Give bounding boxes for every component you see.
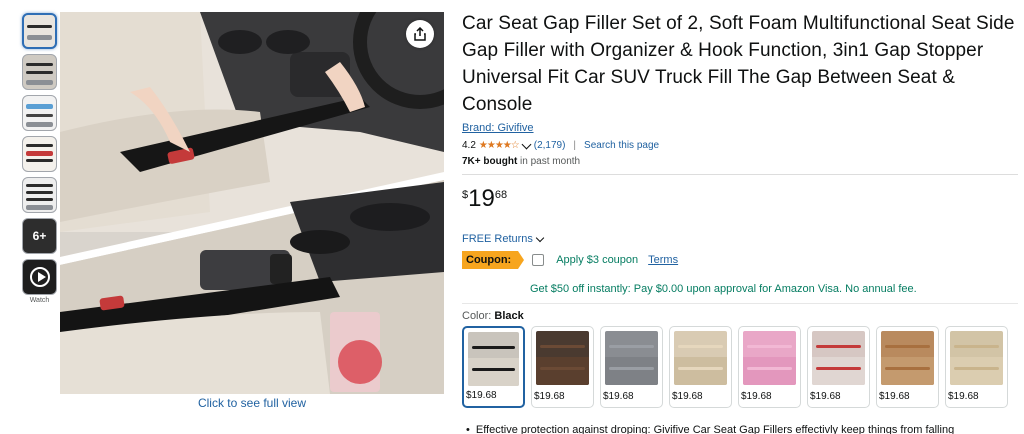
thumbnail-3[interactable] [22, 95, 57, 131]
swatch-price: $19.68 [741, 391, 772, 402]
separator: | [573, 140, 577, 151]
price: $ 19 68 [462, 186, 1018, 212]
color-swatch[interactable]: $19.68 [600, 326, 663, 408]
color-swatch[interactable]: $19.68 [531, 326, 594, 408]
free-returns-link[interactable]: FREE Returns [462, 233, 1018, 245]
swatch-image [743, 331, 796, 385]
coupon-badge: Coupon: [462, 251, 525, 269]
product-details: Car Seat Gap Filler Set of 2, Soft Foam … [462, 10, 1018, 408]
share-button[interactable] [406, 20, 434, 48]
swatch-image [812, 331, 865, 385]
thumbnail-video[interactable] [22, 259, 57, 295]
play-icon [30, 267, 50, 287]
color-label: Color: Black [462, 310, 1018, 322]
color-swatch[interactable]: $19.68 [876, 326, 939, 408]
thumbnail-4[interactable] [22, 136, 57, 172]
swatch-price: $19.68 [534, 391, 565, 402]
free-returns-label: FREE Returns [462, 233, 533, 245]
swatch-price: $19.68 [672, 391, 703, 402]
swatch-image [881, 331, 934, 385]
coupon-checkbox[interactable] [532, 254, 545, 266]
brand-link[interactable]: Brand: Givifive [462, 122, 534, 134]
bought-count-rest: in past month [517, 156, 581, 167]
bought-count-bold: 7K+ bought [462, 156, 518, 167]
swatch-image [674, 331, 727, 385]
divider [462, 303, 1018, 304]
chevron-down-icon [535, 233, 545, 242]
thumbnail-more[interactable]: 6+ [22, 218, 57, 254]
bought-count: 7K+ bought in past month [462, 156, 1018, 167]
swatch-price: $19.68 [879, 391, 910, 402]
rating-row: 4.2 ★★★★☆ (2,179) | Search this page [462, 139, 1018, 151]
swatch-price: $19.68 [466, 390, 497, 401]
swatch-image [468, 332, 519, 386]
coupon-terms-link[interactable]: Terms [648, 254, 678, 266]
click-full-view-link[interactable]: Click to see full view [60, 396, 444, 410]
color-swatches: $19.68 $19.68 $19.68 $19.68 $19.68 $19.68 $19.… [462, 326, 1018, 408]
color-swatch[interactable]: $19.68 [807, 326, 870, 408]
swatch-image [950, 331, 1003, 385]
star-rating-icon[interactable]: ★★★★☆ [479, 140, 520, 151]
search-this-page-link[interactable]: Search this page [584, 140, 659, 151]
color-label-prefix: Color: [462, 310, 495, 322]
review-count-link[interactable]: (2,179) [534, 140, 566, 151]
product-title: Car Seat Gap Filler Set of 2, Soft Foam … [462, 13, 1015, 115]
thumbnail-5[interactable] [22, 177, 57, 213]
rating-value: 4.2 [462, 140, 476, 151]
color-swatch[interactable]: $19.68 [462, 326, 525, 408]
thumbnail-strip: 6+ Watch [22, 13, 58, 304]
share-icon [414, 27, 426, 41]
price-whole: 19 [468, 185, 495, 212]
swatch-image [605, 331, 658, 385]
feature-bullet: Effective protection against droping: Gi… [466, 424, 1018, 434]
thumbnail-2[interactable] [22, 54, 57, 90]
watch-label: Watch [29, 297, 50, 304]
chevron-down-icon[interactable] [521, 139, 532, 149]
coupon-row: Coupon: Apply $3 coupon Terms [462, 251, 1018, 269]
product-photo [60, 12, 444, 394]
swatch-price: $19.68 [948, 391, 979, 402]
main-product-image[interactable] [60, 12, 444, 394]
visa-offer-link[interactable]: Get $50 off instantly: Pay $0.00 upon ap… [530, 283, 1018, 295]
color-swatch[interactable]: $19.68 [669, 326, 732, 408]
selected-color-name: Black [494, 310, 524, 322]
swatch-price: $19.68 [603, 391, 634, 402]
thumbnail-1[interactable] [22, 13, 57, 49]
swatch-price: $19.68 [810, 391, 841, 402]
color-swatch[interactable]: $19.68 [738, 326, 801, 408]
apply-coupon-label[interactable]: Apply $3 coupon [556, 254, 638, 266]
more-images-label: 6+ [32, 229, 47, 243]
divider [462, 174, 1018, 175]
price-fraction: 68 [494, 189, 508, 201]
swatch-image [536, 331, 589, 385]
color-swatch[interactable]: $19.68 [945, 326, 1008, 408]
